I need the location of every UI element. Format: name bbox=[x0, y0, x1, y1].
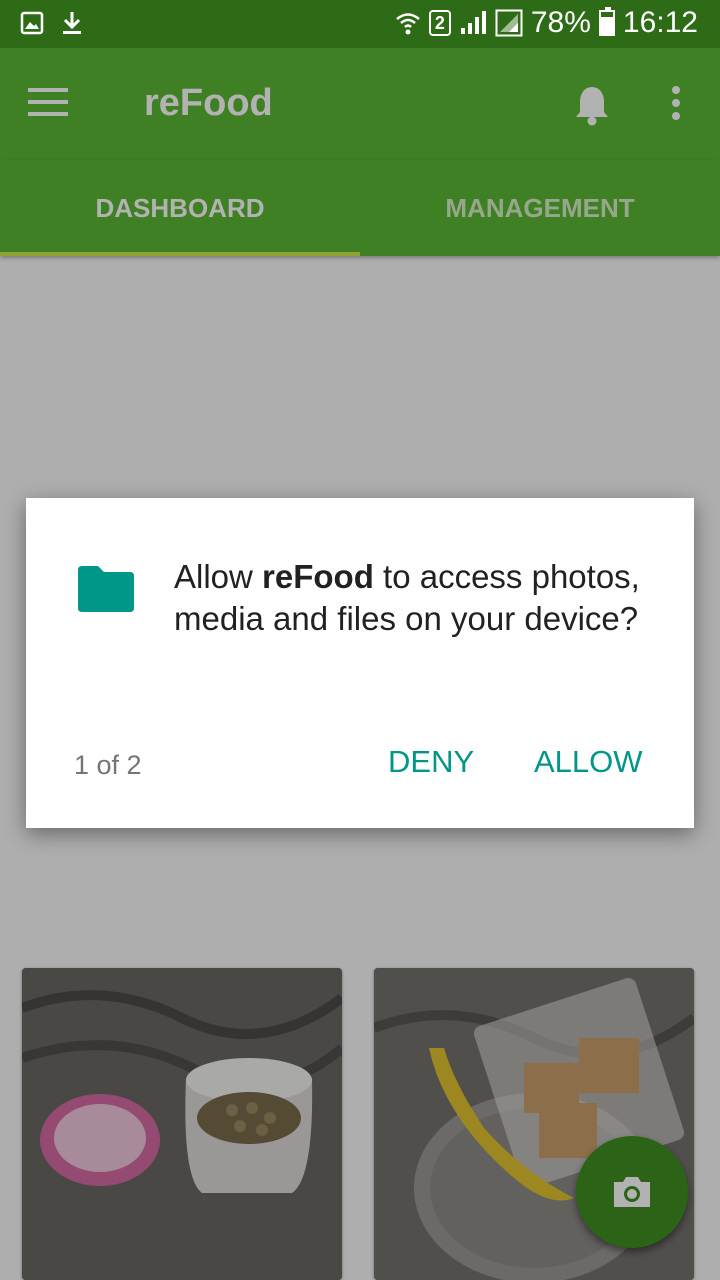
battery-percentage: 78% bbox=[530, 6, 591, 39]
download-icon bbox=[63, 12, 81, 34]
wifi-icon bbox=[396, 13, 420, 35]
status-bar: 2 78% 16:12 bbox=[0, 0, 720, 48]
signal-icon bbox=[460, 11, 486, 34]
battery-icon bbox=[598, 7, 615, 36]
message-app-name: reFood bbox=[262, 558, 374, 595]
clock: 16:12 bbox=[622, 6, 698, 39]
sim-slot-badge: 2 bbox=[428, 10, 451, 36]
deny-button[interactable]: DENY bbox=[388, 744, 474, 780]
permission-counter: 1 of 2 bbox=[74, 750, 142, 780]
permission-dialog: Allow reFood to access photos, media and… bbox=[26, 498, 694, 828]
permission-message: Allow reFood to access photos, media and… bbox=[174, 556, 654, 640]
allow-button[interactable]: ALLOW bbox=[534, 744, 643, 780]
folder-icon bbox=[78, 566, 134, 612]
signal-icon-2 bbox=[495, 9, 523, 37]
message-prefix: Allow bbox=[174, 558, 263, 595]
gallery-notification-icon bbox=[20, 11, 44, 35]
